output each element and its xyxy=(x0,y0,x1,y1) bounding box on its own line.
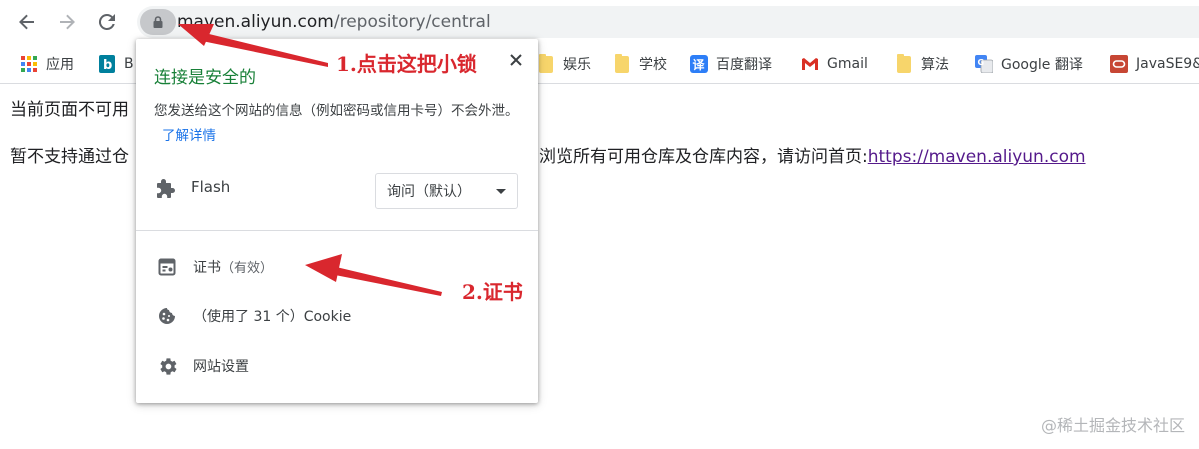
cookie-icon xyxy=(157,306,177,326)
folder-icon xyxy=(895,53,913,73)
watermark-text: @稀土掘金技术社区 xyxy=(1040,416,1185,435)
annotation-step1: 1.点击这把小锁 xyxy=(336,52,477,76)
page-info-text: 浏览所有可用仓库及仓库内容，请访问首页: xyxy=(539,147,868,167)
close-icon xyxy=(510,54,522,66)
bing-icon: b xyxy=(98,55,116,73)
url-text[interactable]: maven.aliyun.com/repository/central xyxy=(177,11,491,33)
security-description-text: 您发送给这个网站的信息（例如密码或信用卡号）不会外泄。 xyxy=(154,103,519,119)
security-description: 您发送给这个网站的信息（例如密码或信用卡号）不会外泄。了解详情 xyxy=(154,99,526,149)
site-info-button[interactable] xyxy=(140,9,176,35)
bookmark-folder-algorithm[interactable]: 算法 xyxy=(895,52,949,76)
bookmark-label: 学校 xyxy=(639,57,667,73)
gmail-icon xyxy=(801,55,819,73)
homepage-link[interactable]: https://maven.aliyun.com xyxy=(868,147,1086,167)
bookmark-label: 娱乐 xyxy=(563,57,591,73)
flash-permission-select[interactable]: 询问（默认） xyxy=(375,173,518,209)
bookmark-label: 应用 xyxy=(46,57,74,73)
svg-text:译: 译 xyxy=(693,58,706,72)
browser-toolbar: maven.aliyun.com/repository/central xyxy=(0,0,1199,44)
lock-icon xyxy=(153,16,163,28)
flash-permission-row: Flash 询问（默认） xyxy=(154,173,520,209)
address-bar[interactable]: maven.aliyun.com/repository/central xyxy=(137,6,1199,38)
page-info-text-left: 暂不支持通过仓 xyxy=(10,147,129,167)
flash-label: Flash xyxy=(191,178,231,196)
url-path: /repository/central xyxy=(333,12,491,32)
cookies-label: （使用了 31 个）Cookie xyxy=(193,309,352,325)
close-button[interactable] xyxy=(506,50,526,70)
page-unavailable-text: 当前页面不可用 xyxy=(10,100,129,120)
bookmark-bing[interactable]: b B xyxy=(98,52,134,76)
certificate-status: （有效） xyxy=(221,261,274,276)
bookmark-javase9[interactable]: JavaSE9& xyxy=(1110,52,1199,76)
url-host: maven.aliyun.com xyxy=(177,12,334,32)
annotation-step2: 2.证书 xyxy=(462,280,523,304)
back-arrow-icon xyxy=(19,14,34,30)
browser-window: maven.aliyun.com/repository/central 应用 b… xyxy=(0,0,1199,449)
certificate-text: 证书 xyxy=(193,260,221,276)
apps-grid-icon xyxy=(20,55,38,73)
certificate-label: 证书（有效） xyxy=(193,257,273,277)
google-translate-icon: G xyxy=(975,55,993,73)
forward-button[interactable] xyxy=(53,8,81,36)
site-info-popup: 连接是安全的 您发送给这个网站的信息（例如密码或信用卡号）不会外泄。了解详情 F… xyxy=(136,39,538,403)
page-info-text-right: 浏览所有可用仓库及仓库内容，请访问首页:https://maven.aliyun… xyxy=(539,145,1086,169)
learn-more-link[interactable]: 了解详情 xyxy=(162,128,216,144)
forward-arrow-icon xyxy=(60,14,75,30)
translate-icon: 译 xyxy=(690,55,708,73)
bookmark-label: JavaSE9& xyxy=(1136,56,1199,72)
bookmark-folder-school[interactable]: 学校 xyxy=(613,52,667,76)
folder-icon xyxy=(537,53,555,73)
site-settings-row[interactable]: 网站设置 xyxy=(136,346,538,386)
bookmark-label: Google 翻译 xyxy=(1001,57,1083,73)
popup-divider xyxy=(136,230,538,231)
bookmark-label: B xyxy=(124,56,134,72)
bookmark-baidu-translate[interactable]: 译 百度翻译 xyxy=(690,52,772,76)
svg-text:G: G xyxy=(978,58,985,67)
bookmark-google-translate[interactable]: G Google 翻译 xyxy=(975,52,1083,76)
bookmark-label: 百度翻译 xyxy=(716,57,772,73)
bookmark-gmail[interactable]: Gmail xyxy=(801,52,868,76)
bookmark-label: 算法 xyxy=(921,57,949,73)
flash-select-value: 询问（默认） xyxy=(387,184,471,200)
back-button[interactable] xyxy=(13,8,41,36)
reload-button[interactable] xyxy=(93,8,121,36)
puzzle-piece-icon xyxy=(157,179,175,198)
bookmark-label: Gmail xyxy=(827,56,868,72)
svg-text:b: b xyxy=(103,58,112,73)
oracle-icon xyxy=(1110,55,1128,73)
certificate-icon xyxy=(157,257,177,277)
bookmark-folder-entertainment[interactable]: 娱乐 xyxy=(537,52,591,76)
connection-secure-title: 连接是安全的 xyxy=(154,68,256,88)
bookmark-apps[interactable]: 应用 xyxy=(20,52,74,76)
folder-icon xyxy=(613,53,631,73)
dropdown-caret-icon xyxy=(496,189,506,194)
reload-icon xyxy=(98,13,115,30)
gear-icon xyxy=(157,356,177,376)
site-settings-label: 网站设置 xyxy=(193,359,249,375)
